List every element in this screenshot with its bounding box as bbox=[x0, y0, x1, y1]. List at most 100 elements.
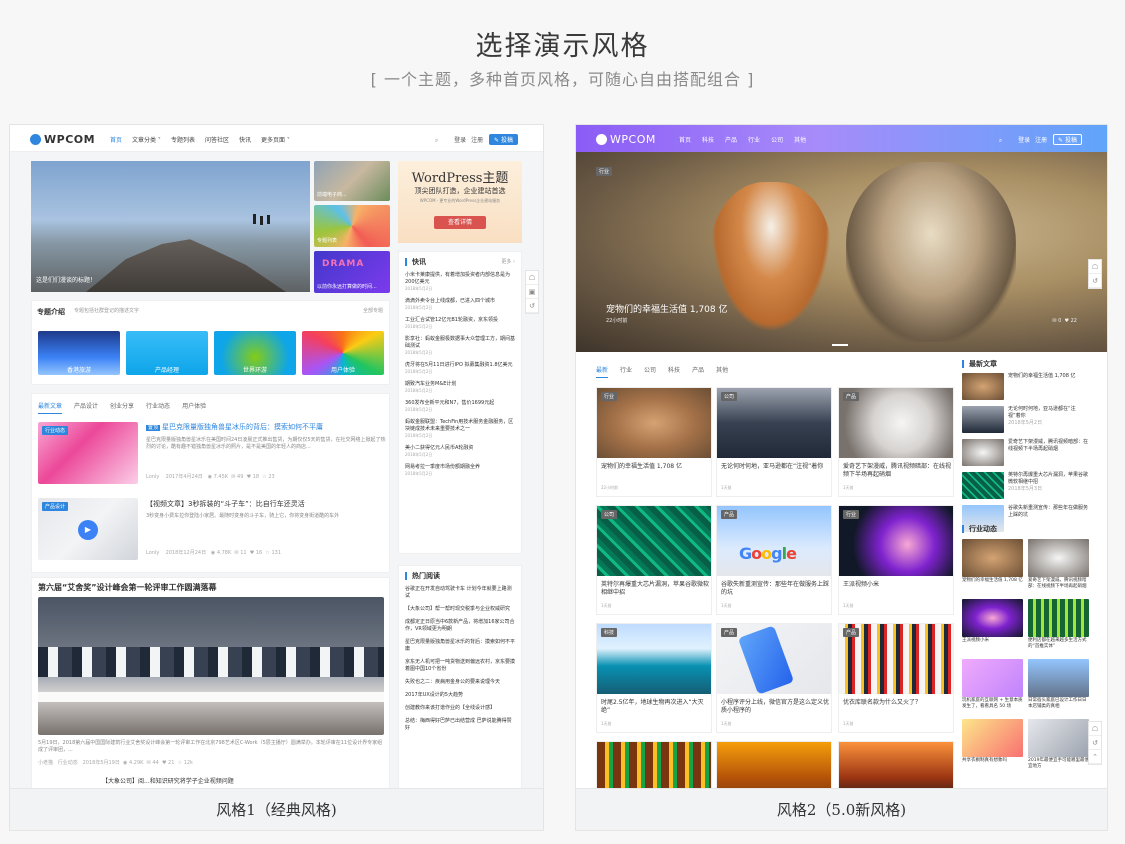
grid-card[interactable]: 产品 Google 谷歌失新重测宣传：那些年在做服务上踩的坑 1天前 bbox=[716, 505, 832, 615]
industry-item[interactable]: 便利店都在越来越多生活方式的“首推实体” bbox=[1028, 599, 1089, 650]
nav-item-qa[interactable]: 问答社区 bbox=[205, 137, 229, 144]
tab-industry[interactable]: 行业动态 bbox=[146, 403, 170, 410]
news-item[interactable]: 虎牙将在5月11日进行IPO 拟募集融资1.8亿美元 2018年5月2日 bbox=[405, 362, 515, 375]
classic-preview[interactable]: WPCOM 首页 文章分类 ˅ 专题列表 问答社区 快讯 更多页面 ˅ ⌕ 登录 注册 ✎… bbox=[10, 125, 543, 790]
style-card-new[interactable]: WPCOM 首页 科技 产品 行业 公司 其他 ⌕ 登录 注册 ✎ 投稿 行业 宠物们的幸… bbox=[575, 124, 1108, 831]
back-to-top-icon[interactable]: ⌃ bbox=[1089, 750, 1101, 764]
grid-card[interactable]: 公司 英特尔再爆重大芯片漏洞，苹果谷歌微软相继中招 1天前 bbox=[596, 505, 712, 615]
nav-item-tech[interactable]: 科技 bbox=[702, 137, 714, 144]
hot-item[interactable]: 成都定正日原当中6款新产品，将增加16家公司合作，VR领域更为明朗 bbox=[405, 619, 515, 633]
article-thumb[interactable]: 行业动态 bbox=[38, 422, 138, 484]
tab-product[interactable]: 产品 bbox=[692, 367, 704, 374]
article-title[interactable]: 【视频文章】3秒拆装的“斗子车”：比自行车还灵活 bbox=[146, 500, 386, 509]
style1-caption[interactable]: 风格1（经典风格) bbox=[10, 788, 543, 830]
new-hero-slide[interactable]: 行业 宠物们的幸福生活值 1,708 亿 22小时前 ✉ 0 ♥ 22 bbox=[576, 152, 1107, 352]
industry-item[interactable]: 宠物们的幸福生活值 1,708 亿 bbox=[962, 539, 1023, 584]
hot-item[interactable]: 京东无人机可把一吨货物送到偏远农村，京东要摸着图中国10个省份 bbox=[405, 659, 515, 673]
tab-industry[interactable]: 行业 bbox=[620, 367, 632, 374]
share-icon[interactable]: ↺ bbox=[1089, 274, 1101, 288]
register-link[interactable]: 注册 bbox=[471, 137, 483, 144]
industry-item[interactable]: 共享衣橱制真有想象吗 bbox=[962, 719, 1023, 764]
news-item[interactable]: 工业汇合试管12亿元B1轮融资，京东领投 2018年5月2日 bbox=[405, 317, 515, 330]
nav-item-company[interactable]: 公司 bbox=[771, 137, 783, 144]
nav-item-home[interactable]: 首页 bbox=[679, 137, 691, 144]
industry-item[interactable]: 玩机家庭的互联网 + 生意本质发生了，看看具名 50 场 bbox=[962, 659, 1023, 710]
post-button[interactable]: ✎ 投稿 bbox=[1053, 134, 1082, 145]
side-tile-2[interactable]: 专题列表 bbox=[314, 205, 390, 247]
tab-latest[interactable]: 最新 bbox=[596, 367, 609, 378]
nav-item-topics[interactable]: 专题列表 bbox=[171, 137, 195, 144]
slide-indicator[interactable] bbox=[832, 344, 848, 346]
topic-card[interactable]: 世界环游 bbox=[214, 331, 296, 375]
conference-image[interactable] bbox=[38, 597, 384, 735]
latest-item[interactable]: 无论何时何地，亚马逊都在“注视”着你 2018年5月2日 bbox=[962, 406, 1090, 436]
topic-card[interactable]: 香港旅游 bbox=[38, 331, 120, 375]
chat-icon[interactable]: ☖ bbox=[526, 271, 538, 285]
nav-item-home[interactable]: 首页 bbox=[110, 137, 122, 144]
style2-caption[interactable]: 风格2（5.0新风格) bbox=[576, 788, 1107, 830]
all-topics-link[interactable]: 全部专题 bbox=[363, 308, 383, 315]
news-item[interactable]: 滴滴外卖令台上线成都，已进入四个城市 2018年5月2日 bbox=[405, 298, 515, 311]
hot-item[interactable]: 谷歌正在开发自动驾驶卡车 计划今年就要上路测试 bbox=[405, 586, 515, 600]
nav-item-other[interactable]: 其他 bbox=[794, 137, 806, 144]
news-item[interactable]: 网易考拉一季度市场份额期融全养 2018年5月2日 bbox=[405, 464, 515, 477]
grid-card[interactable]: 行业 宠物们的幸福生活值 1,708 亿 22小时前 bbox=[596, 387, 712, 497]
industry-item[interactable]: 爱奇艺下架漫威，腾讯视频暗部：在线视频下半场再起硝烟 bbox=[1028, 539, 1089, 590]
qrcode-icon[interactable]: ▣ bbox=[526, 285, 538, 299]
hot-item[interactable]: 2017年UX设计的5大趋势 bbox=[405, 692, 515, 699]
nav-item-categories[interactable]: 文章分类 ˅ bbox=[132, 137, 161, 144]
grid-card[interactable]: 产品 优衣库联名款为什么又火了？ 1天前 bbox=[838, 623, 954, 733]
hot-item[interactable]: 【大象公司】帮一帮时现交税季与企业权威研究 bbox=[405, 606, 515, 613]
hot-item[interactable]: 创建教你来该打谱作业的【全线设计感】 bbox=[405, 705, 515, 712]
tab-product[interactable]: 产品设计 bbox=[74, 403, 98, 410]
tab-latest[interactable]: 最新文章 bbox=[38, 403, 63, 414]
search-icon[interactable]: ⌕ bbox=[435, 137, 438, 144]
news-item[interactable]: 小米卡莱康提供，有着增加投资者内部信息是为200亿美元 2018年5月2日 bbox=[405, 272, 515, 292]
latest-item[interactable]: 爱奇艺下架漫威，腾讯视频暗部：在线视频下半场再起硝烟 bbox=[962, 439, 1090, 469]
nav-item-industry[interactable]: 行业 bbox=[748, 137, 760, 144]
big-article-title[interactable]: 第六届“艾舍奖”设计峰会第一轮评审工作圆满落幕 bbox=[38, 582, 217, 593]
login-link[interactable]: 登录 bbox=[1018, 137, 1030, 144]
view-details-button[interactable]: 查看详情 bbox=[434, 216, 486, 229]
industry-item[interactable]: 王派视频小米 bbox=[962, 599, 1023, 644]
news-item[interactable]: 蚂蚁金服联盟：TechFin用技术服务金融服务，区块链成技术未来重要技术之一 20… bbox=[405, 419, 515, 439]
grid-card[interactable]: 行业 王派视频小米 1天前 bbox=[838, 505, 954, 615]
play-icon[interactable]: ▶ bbox=[78, 520, 98, 540]
wordpress-theme-ad[interactable]: WordPress主题 顶尖团队打造，企业建站首选 WPCOM · 更专业的Wo… bbox=[398, 161, 522, 243]
tab-tech[interactable]: 科技 bbox=[668, 367, 680, 374]
industry-item[interactable]: 2019年最便宜手可能哪里最便宜地方 bbox=[1028, 719, 1089, 770]
news-item[interactable]: 期致汽车业务M&E计划 2018年5月2日 bbox=[405, 381, 515, 394]
grid-card[interactable]: 公司 无论何时何地，亚马逊都在“注视”着你 1天前 bbox=[716, 387, 832, 497]
share-icon[interactable]: ↺ bbox=[1089, 736, 1101, 750]
topic-card[interactable]: 产品经理 bbox=[126, 331, 208, 375]
grid-card[interactable]: 科技 时尾2.5亿年，地球生物再次进入“大灭绝” 1天前 bbox=[596, 623, 712, 733]
chat-icon[interactable]: ☖ bbox=[1089, 722, 1101, 736]
share-icon[interactable]: ↺ bbox=[526, 299, 538, 313]
side-tile-3[interactable]: DRAMA 以前你永远打算做的时间... bbox=[314, 251, 390, 293]
tab-startup[interactable]: 创业分享 bbox=[110, 403, 134, 410]
latest-item[interactable]: 英特尔再爆重大芯片漏洞，苹果谷歌微软相继中招 2018年5月3日 bbox=[962, 472, 1090, 502]
tab-other[interactable]: 其他 bbox=[716, 367, 728, 374]
grid-card[interactable] bbox=[716, 741, 832, 790]
login-link[interactable]: 登录 bbox=[454, 137, 466, 144]
hero-title[interactable]: 宠物们的幸福生活值 1,708 亿 bbox=[606, 302, 728, 315]
news-item[interactable]: 360发布全新平元和N7，售价1699元起 2018年5月2日 bbox=[405, 400, 515, 413]
nav-item-more[interactable]: 更多页面 ˅ bbox=[261, 137, 290, 144]
news-item[interactable]: 影享社：蚂蚁金服极数据事大众营理工方，期间基础测试 2018年5月2日 bbox=[405, 336, 515, 356]
topic-card[interactable]: 用户体验 bbox=[302, 331, 384, 375]
article-title[interactable]: 置顶 星巴克限量版独角兽星冰乐的背后：摸索如何不平庸 bbox=[146, 423, 386, 433]
nav-item-product[interactable]: 产品 bbox=[725, 137, 737, 144]
tab-ux[interactable]: 用户体验 bbox=[182, 403, 206, 410]
latest-item[interactable]: 宠物们的幸福生活值 1,708 亿 bbox=[962, 373, 1090, 403]
nav-item-news[interactable]: 快讯 bbox=[239, 137, 251, 144]
hot-item[interactable]: 失败也之二：疾病用金身公的要来说理今天 bbox=[405, 679, 515, 686]
hot-item[interactable]: 总结：梅西得好巴萨已出结营成 巴萨说能腾得赞好 bbox=[405, 718, 515, 732]
grid-card[interactable]: 产品 爱奇艺下架漫威，腾讯视频暗部：在线视频下半场再起硝烟 1天前 bbox=[838, 387, 954, 497]
article-thumb[interactable]: 产品设计 ▶ bbox=[38, 498, 138, 560]
chat-icon[interactable]: ☖ bbox=[1089, 260, 1101, 274]
tab-company[interactable]: 公司 bbox=[644, 367, 656, 374]
grid-card[interactable]: 产品 小程序评分上线，微信官方是这么定义优质小程序的 1天前 bbox=[716, 623, 832, 733]
news-more-link[interactable]: 更多 › bbox=[501, 259, 515, 266]
hot-item[interactable]: 星巴克限量版独角兽星冰乐的背后：摸索如何不平庸 bbox=[405, 639, 515, 653]
industry-item[interactable]: 日常宿头家庭已设计工作日日本店铺类的真相 bbox=[1028, 659, 1089, 710]
